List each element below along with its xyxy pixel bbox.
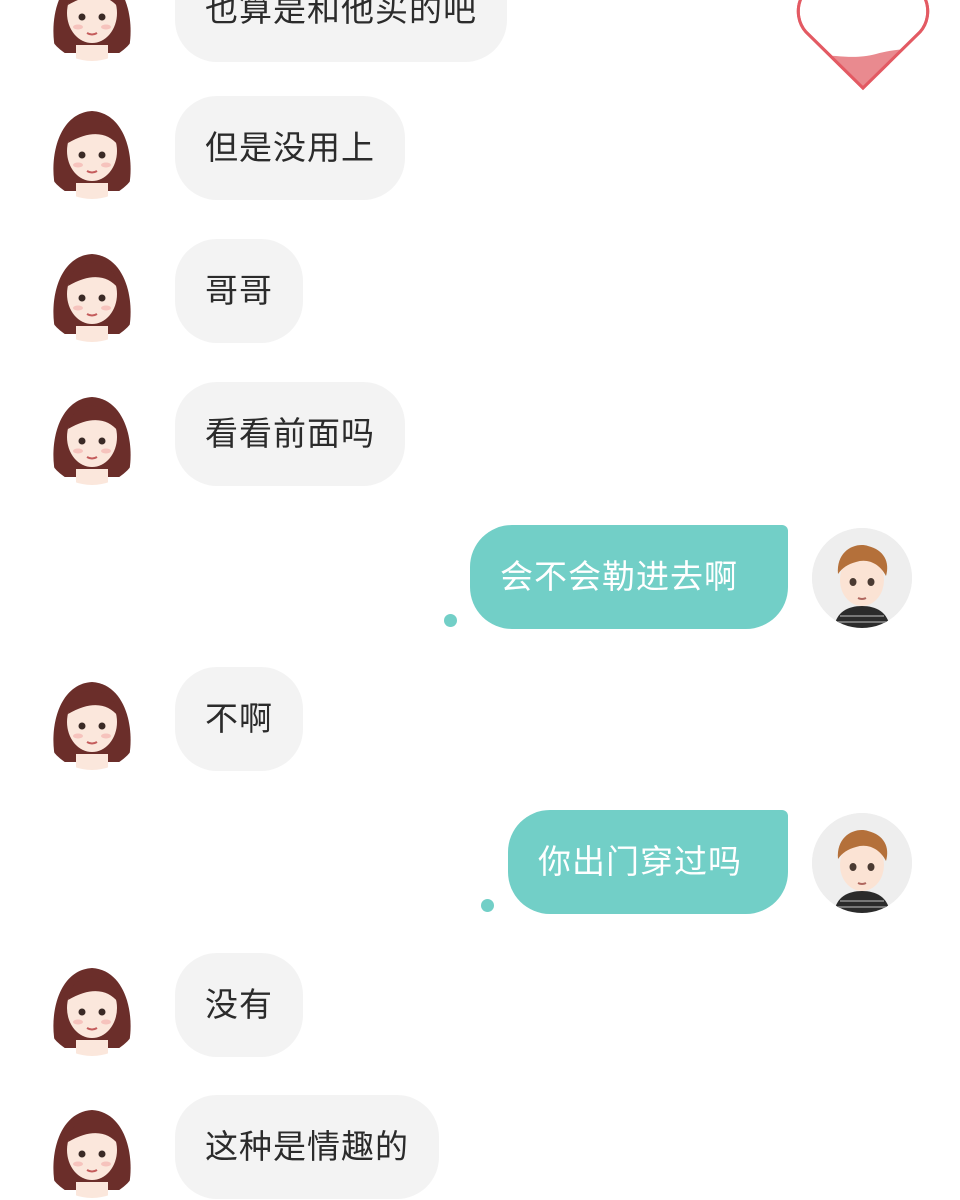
message-row: 哥哥 — [0, 239, 960, 349]
message-row: 这种是情趣的 — [0, 1095, 960, 1200]
message-row: 没有 — [0, 953, 960, 1063]
incoming-message-bubble[interactable]: 看看前面吗 — [175, 382, 405, 486]
boy-avatar-icon[interactable] — [812, 813, 912, 913]
boy-avatar-icon[interactable] — [812, 528, 912, 628]
girl-avatar-icon[interactable] — [42, 956, 142, 1056]
girl-avatar-icon[interactable] — [42, 385, 142, 485]
outgoing-message-bubble[interactable]: 会不会勒进去啊 — [470, 525, 788, 629]
incoming-message-bubble[interactable]: 但是没用上 — [175, 96, 405, 200]
message-row: 会不会勒进去啊 — [0, 525, 960, 635]
incoming-message-bubble[interactable]: 也算是和他买的吧 — [175, 0, 507, 62]
girl-avatar-icon[interactable] — [42, 1098, 142, 1198]
incoming-message-bubble[interactable]: 没有 — [175, 953, 303, 1057]
incoming-message-bubble[interactable]: 这种是情趣的 — [175, 1095, 439, 1199]
outgoing-message-bubble[interactable]: 你出门穿过吗 — [508, 810, 788, 914]
incoming-message-bubble[interactable]: 哥哥 — [175, 239, 303, 343]
incoming-message-bubble[interactable]: 不啊 — [175, 667, 303, 771]
girl-avatar-icon[interactable] — [42, 670, 142, 770]
girl-avatar-icon[interactable] — [42, 0, 142, 61]
chat-window: 也算是和他买的吧 但是没用上 哥哥 看看前面吗 会不会勒进去啊 不啊 你出门穿过… — [0, 0, 960, 1200]
read-status-dot — [481, 899, 494, 912]
message-row: 看看前面吗 — [0, 382, 960, 492]
message-row: 你出门穿过吗 — [0, 810, 960, 920]
read-status-dot — [444, 614, 457, 627]
girl-avatar-icon[interactable] — [42, 99, 142, 199]
message-row: 但是没用上 — [0, 96, 960, 206]
girl-avatar-icon[interactable] — [42, 242, 142, 342]
message-row: 不啊 — [0, 667, 960, 777]
message-row: 也算是和他买的吧 — [0, 0, 960, 68]
